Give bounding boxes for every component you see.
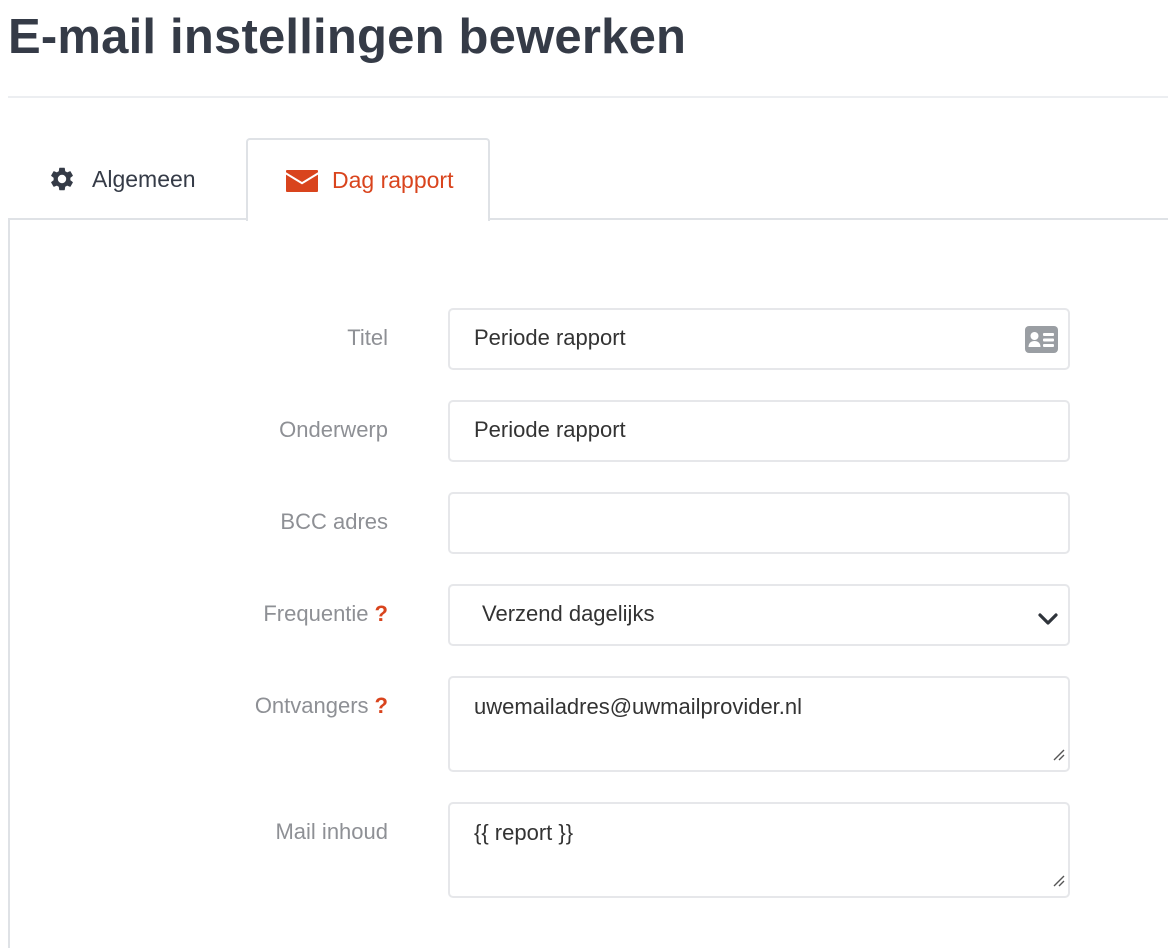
page-title: E-mail instellingen bewerken: [8, 10, 687, 64]
gear-icon: [48, 165, 76, 193]
tab-dag-rapport[interactable]: Dag rapport: [246, 138, 490, 221]
title-divider: [8, 96, 1168, 98]
envelope-icon: [286, 169, 318, 192]
tab-dag-rapport-label: Dag rapport: [332, 167, 454, 193]
tab-panel: [8, 218, 1168, 948]
tab-algemeen[interactable]: Algemeen: [8, 138, 246, 220]
tab-algemeen-label: Algemeen: [92, 165, 196, 192]
